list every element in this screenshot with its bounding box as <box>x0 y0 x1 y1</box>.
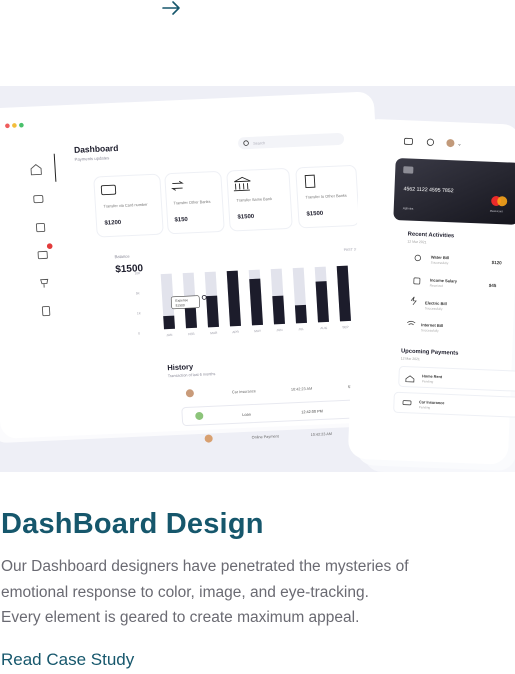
chart-bar[interactable] <box>206 295 220 328</box>
chart-x-tick: SEP <box>342 325 349 329</box>
chart-x-tick: APR <box>232 330 239 334</box>
tile-2[interactable]: Transfer Other Banks $150 <box>164 171 225 235</box>
description-line: emotional response to color, image, and … <box>1 583 369 601</box>
read-case-study-link[interactable]: Read Case Study <box>1 650 134 670</box>
activity-status: Successfully <box>431 260 449 265</box>
chart-x-tick: AUG <box>320 326 328 330</box>
upcoming-status: Pending <box>422 379 434 383</box>
chart-bar[interactable] <box>272 295 286 325</box>
credit-card[interactable]: 4562 1122 4595 7852 Ashvira Mastercard <box>393 158 515 225</box>
search-placeholder: Search <box>253 141 265 146</box>
dashboard-title: Dashboard <box>74 143 119 155</box>
chart-bar[interactable] <box>294 304 308 324</box>
card-holder: Ashvira <box>403 206 414 210</box>
history-time: 10:42:23 AM <box>311 432 333 437</box>
tile-amount: $1200 <box>104 220 122 227</box>
activity-name: Internet Bill <box>421 322 443 328</box>
activity-name: Electric Bill <box>425 300 447 306</box>
activity-amount: $45 <box>489 283 497 288</box>
history-name: Online Payment <box>252 434 280 439</box>
activity-amount: $120 <box>492 260 503 265</box>
description-line: Our Dashboard designers have penetrated … <box>1 558 409 575</box>
case-study-description: Our Dashboard designers have penetrated … <box>1 554 506 631</box>
activity-status: Successfully <box>421 328 439 333</box>
chevron-down-icon[interactable]: ⌄ <box>457 141 461 147</box>
tile-amount: $150 <box>174 217 188 224</box>
card-brand: Mastercard <box>490 209 504 214</box>
chart-x-tick: JUN <box>276 328 283 332</box>
upcoming-item[interactable]: Home Rent Pending <box>398 366 515 392</box>
chart-x-tick: JUL <box>298 327 304 331</box>
tooltip-label: Expense <box>175 298 188 303</box>
description-line: Every element is geared to create maximu… <box>1 609 360 626</box>
chart-x-tick: JAN <box>166 333 173 337</box>
upcoming-item[interactable]: Car Insurance Pending <box>393 391 515 418</box>
tile-amount: $1500 <box>306 211 324 218</box>
upcoming-name: Home Rent <box>422 374 443 379</box>
chart-x-tick: FEB <box>188 332 194 336</box>
tile-4[interactable]: Transfer to Other Banks $1500 <box>295 165 360 229</box>
tooltip-value: $1500 <box>176 303 186 307</box>
tile-3[interactable]: Transfer Same Bank $1500 <box>226 168 293 232</box>
chart-x-tick: MAY <box>254 329 262 333</box>
history-name: Loan <box>242 413 251 417</box>
activity-status: Successfully <box>425 306 443 311</box>
upcoming-payments-date: 12 Mar 2021 <box>401 356 420 361</box>
chart-x-tick: MAR <box>210 331 218 335</box>
hero-mockup-image: Dashboard Payments updates Search Transf… <box>0 86 515 472</box>
wallet-panel: ⌄ 4562 1122 4595 7852 Ashvira Mastercard… <box>348 119 515 472</box>
recent-activities-date: 12 Mar 2021 <box>407 240 426 245</box>
activity-name: Water Bill <box>431 254 449 260</box>
upcoming-status: Pending <box>419 405 431 409</box>
case-study-title: DashBoard Design <box>1 508 264 540</box>
activity-status: Received <box>430 283 444 288</box>
chart-bar[interactable] <box>163 315 176 330</box>
tile-amount: $1500 <box>237 214 255 221</box>
arrow-right-icon[interactable] <box>160 0 184 18</box>
tile-1[interactable]: Transfer via Card number $1200 <box>93 173 164 238</box>
balance-label: Balance <box>114 254 130 260</box>
history-title: History <box>167 362 194 372</box>
